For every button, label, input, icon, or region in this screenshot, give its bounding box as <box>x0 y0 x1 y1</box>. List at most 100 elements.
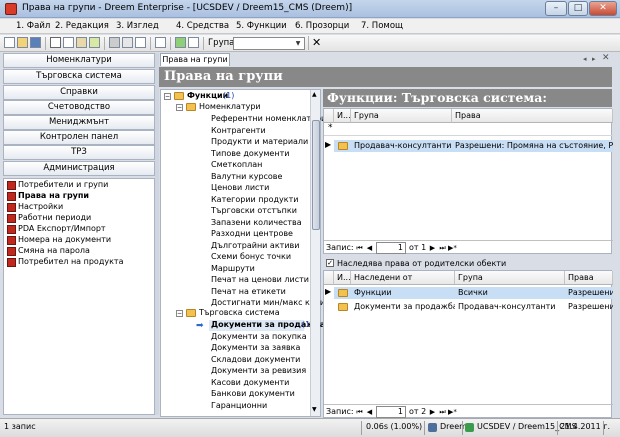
refresh-icon[interactable] <box>175 37 186 48</box>
tree-leaf[interactable]: Типове документи <box>211 149 289 158</box>
cell-rights[interactable]: Разрешени: <box>565 287 613 299</box>
prev-record-icon[interactable]: ◀ <box>365 407 374 417</box>
print-icon[interactable] <box>109 37 120 48</box>
menu-functions[interactable]: 5. Функции <box>236 21 287 31</box>
collapse-icon[interactable]: − <box>164 93 171 100</box>
cell-group[interactable]: Всички <box>455 287 565 299</box>
tree-scrollbar[interactable]: ▲ ▼ <box>310 90 320 416</box>
save-icon[interactable] <box>30 37 41 48</box>
menu-windows[interactable]: 6. Прозорци <box>295 21 349 31</box>
tree-leaf[interactable]: Документи за покупка <box>211 332 307 341</box>
next-record-icon[interactable]: ▶ <box>428 407 437 417</box>
eraser-icon[interactable] <box>89 37 100 48</box>
tree-leaf[interactable]: Търговски отстъпки <box>211 206 297 215</box>
tree-leaf[interactable]: Документи за ревизия <box>211 366 306 375</box>
nav-button-administration[interactable]: Администрация <box>3 161 155 176</box>
tab-close-icon[interactable]: ✕ <box>602 53 610 63</box>
new-record-icon[interactable]: ▶* <box>448 407 457 417</box>
cut-icon[interactable] <box>50 37 61 48</box>
new-icon[interactable] <box>4 37 15 48</box>
tab-scroll-right-icon[interactable]: ▸ <box>592 55 596 63</box>
cell-group[interactable]: Продавач-консултанти <box>351 140 452 152</box>
tree-leaf[interactable]: Контрагенти <box>211 126 266 135</box>
tree-leaf[interactable]: Референтни номенклатури <box>211 114 326 123</box>
collapse-icon[interactable]: − <box>176 310 183 317</box>
tree-leaf[interactable]: Ценови листи <box>211 183 269 192</box>
chevron-down-icon[interactable]: ▼ <box>293 39 303 48</box>
nav-button-accounting[interactable]: Счетоводство <box>3 100 155 115</box>
tree-node-trade-system[interactable]: Търговска система <box>199 308 280 317</box>
nav-button-nomenclatures[interactable]: Номенклатури <box>3 53 155 68</box>
clear-filter-icon[interactable]: ✕ <box>312 36 321 49</box>
scrollbar-thumb[interactable] <box>312 120 320 230</box>
last-record-icon[interactable]: ⏭ <box>438 407 447 417</box>
tree-leaf[interactable]: Складови документи <box>211 355 300 364</box>
menu-tools[interactable]: 4. Средства <box>176 21 229 31</box>
maximize-button[interactable]: □ <box>568 1 588 16</box>
cell-group[interactable]: Продавач-консултанти <box>455 301 565 313</box>
column-header-group[interactable]: Група <box>351 109 452 123</box>
inherit-checkbox[interactable]: ✓ <box>326 259 334 267</box>
scroll-up-icon[interactable]: ▲ <box>312 91 317 98</box>
tree-node-nomenclatures[interactable]: Номенклатури <box>199 102 261 111</box>
tree-leaf[interactable]: Печат на ценови листи <box>211 275 309 284</box>
column-header-rights[interactable]: Права <box>452 109 613 123</box>
tree-leaf[interactable]: Дълготрайни активи <box>211 241 299 250</box>
tree-leaf[interactable]: Сметкоплан <box>211 160 262 169</box>
tree-leaf[interactable]: Достигнати мин/макс коли <box>211 298 325 307</box>
paste-icon[interactable] <box>76 37 87 48</box>
column-header-id[interactable]: И... <box>334 271 351 285</box>
cell-rights[interactable]: Разрешени: <box>565 301 613 313</box>
find-icon[interactable] <box>135 37 146 48</box>
tree-leaf[interactable]: Запазени количества <box>211 218 302 227</box>
panel-splitter[interactable] <box>155 53 159 415</box>
prev-record-icon[interactable]: ◀ <box>365 243 374 253</box>
cell-inherited-from[interactable]: Документи за продажба <box>351 301 455 313</box>
menu-edit[interactable]: 2. Редакция <box>55 21 109 31</box>
tree-leaf[interactable]: Разходни центрове <box>211 229 293 238</box>
minimize-button[interactable]: – <box>545 1 567 16</box>
cell-inherited-from[interactable]: Функции <box>351 287 455 299</box>
tab-group-rights[interactable]: Права на групи <box>160 53 230 66</box>
menu-file[interactable]: 1. Файл <box>16 21 50 31</box>
menu-help[interactable]: 7. Помощ <box>361 21 403 31</box>
tree-leaf[interactable]: Маршрути <box>211 264 255 273</box>
tab-scroll-left-icon[interactable]: ◂ <box>583 55 587 63</box>
nav-button-reports[interactable]: Справки <box>3 85 155 100</box>
first-record-icon[interactable]: ⏮ <box>355 243 364 253</box>
collapse-icon[interactable]: − <box>176 104 183 111</box>
tree-leaf[interactable]: Банкови документи <box>211 389 295 398</box>
column-header-group[interactable]: Група <box>455 271 565 285</box>
copy-icon[interactable] <box>63 37 74 48</box>
tree-leaf[interactable]: Печат на етикети <box>211 287 286 296</box>
pager-current[interactable]: 1 <box>376 242 406 254</box>
menu-view[interactable]: 3. Изглед <box>116 21 159 31</box>
last-record-icon[interactable]: ⏭ <box>438 243 447 253</box>
close-button[interactable]: ✕ <box>589 1 617 16</box>
print-preview-icon[interactable] <box>122 37 133 48</box>
new-record-icon[interactable]: ▶* <box>448 243 457 253</box>
grid-icon[interactable] <box>155 37 166 48</box>
group-combo[interactable]: ▼ <box>233 37 305 50</box>
pager-current[interactable]: 1 <box>376 406 406 418</box>
scroll-down-icon[interactable]: ▼ <box>312 406 317 413</box>
tree-leaf[interactable]: Касови документи <box>211 378 289 387</box>
tree-leaf[interactable]: Продукти и материали <box>211 137 308 146</box>
tree-leaf[interactable]: Гаранционни <box>211 401 267 410</box>
nav-button-management[interactable]: Мениджмънт <box>3 115 155 130</box>
first-record-icon[interactable]: ⏮ <box>355 407 364 417</box>
nav-button-control-panel[interactable]: Контролен панел <box>3 130 155 145</box>
next-record-icon[interactable]: ▶ <box>428 243 437 253</box>
tree-leaf[interactable]: Валутни курсове <box>211 172 282 181</box>
column-header-inherited-from[interactable]: Наследени от <box>351 271 455 285</box>
tree-leaf[interactable]: Категории продукти <box>211 195 298 204</box>
document-icon[interactable] <box>188 37 199 48</box>
nav-button-payroll[interactable]: ТРЗ <box>3 145 155 160</box>
tree-leaf[interactable]: Документи за заявка <box>211 343 300 352</box>
column-header-rights[interactable]: Права <box>565 271 613 285</box>
column-header-id[interactable]: И... <box>334 109 351 123</box>
open-icon[interactable] <box>17 37 28 48</box>
nav-button-trade-system[interactable]: Търговска система <box>3 69 155 84</box>
cell-rights[interactable]: Разрешени: Промяна на състояние, Редакц <box>452 140 613 152</box>
tree-leaf[interactable]: Схеми бонус точки <box>211 252 291 261</box>
